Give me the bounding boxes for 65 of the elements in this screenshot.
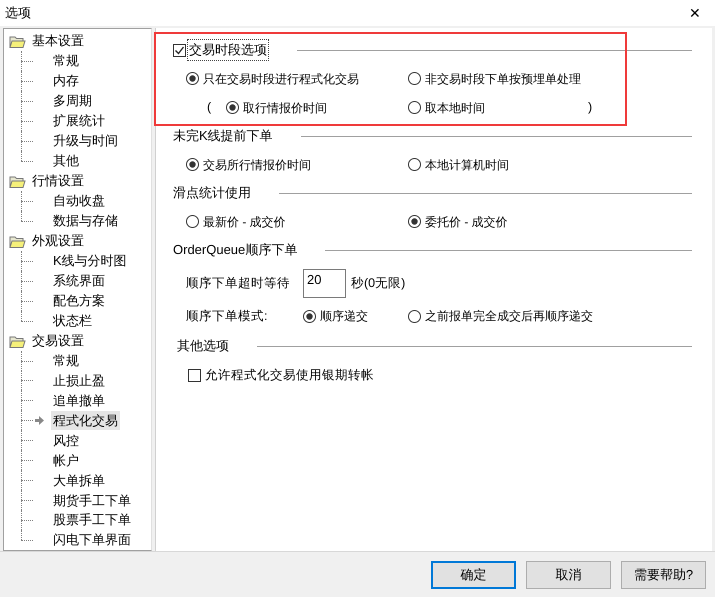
- dialog-button[interactable]: 需要帮助?: [621, 561, 706, 589]
- tree-group-label[interactable]: 交易设置: [31, 330, 85, 350]
- radio-off-icon[interactable]: [408, 101, 421, 114]
- section-heading: 其他选项: [176, 337, 229, 356]
- radio-label: 本地计算机时间: [425, 156, 509, 174]
- tree-item[interactable]: 系统界面: [51, 270, 107, 290]
- radio-label: 只在交易时段进行程式化交易: [203, 70, 359, 88]
- tree-item[interactable]: 多周期: [51, 91, 94, 111]
- section-heading: 未完K线提前下单: [173, 127, 273, 146]
- tree-item[interactable]: K线与分时图: [51, 250, 129, 270]
- section-heading: 滑点统计使用: [173, 184, 251, 202]
- tree-item[interactable]: 扩展统计: [51, 111, 107, 131]
- tree-item[interactable]: 追单撤单: [51, 390, 107, 410]
- tree-item[interactable]: 自动收盘: [51, 190, 107, 210]
- tree-item[interactable]: 内存: [51, 71, 81, 91]
- tree-item[interactable]: 帐户: [51, 450, 81, 470]
- checkbox-icon: [188, 368, 201, 382]
- tree-item[interactable]: 止损止盈: [51, 370, 107, 390]
- tree-item[interactable]: 数据与存储: [51, 210, 120, 230]
- field-label: 顺序下单模式:: [186, 308, 268, 325]
- tree-item[interactable]: 常规: [51, 350, 81, 370]
- arrow-icon: [35, 416, 44, 425]
- tree-item[interactable]: 风控: [51, 430, 81, 450]
- radio-off-icon[interactable]: [408, 72, 421, 85]
- radio-on-icon[interactable]: [186, 158, 199, 171]
- radio-label: 最新价 - 成交价: [203, 214, 286, 230]
- bracket-text: ): [588, 99, 592, 116]
- tree-item[interactable]: 常规: [51, 51, 81, 71]
- tree-group-label[interactable]: 行情设置: [31, 171, 85, 191]
- tree-item[interactable]: 期货手工下单: [51, 490, 133, 510]
- tree-item[interactable]: 程式化交易: [51, 410, 120, 430]
- window-title: 选项: [5, 4, 31, 22]
- tree-item[interactable]: 升级与时间: [51, 131, 120, 151]
- radio-off-icon[interactable]: [408, 158, 421, 171]
- tree-item[interactable]: 配色方案: [51, 290, 107, 310]
- tree-item[interactable]: 状态栏: [51, 310, 94, 330]
- tree-item[interactable]: 股票手工下单: [51, 510, 133, 530]
- tree-group-label[interactable]: 基本设置: [31, 31, 85, 51]
- radio-label: 取本地时间: [425, 100, 485, 116]
- radio-label: 顺序递交: [320, 308, 368, 325]
- checkbox-checked-icon: [173, 44, 186, 56]
- radio-off-icon[interactable]: [186, 215, 199, 228]
- tree-item[interactable]: 闪电下单界面: [51, 530, 133, 550]
- radio-on-icon[interactable]: [186, 72, 199, 85]
- dialog-button[interactable]: 确定: [431, 561, 516, 589]
- tree-item[interactable]: 大单拆单: [51, 470, 107, 490]
- tree-group-label[interactable]: 外观设置: [31, 230, 85, 250]
- radio-on-icon[interactable]: [226, 101, 239, 114]
- close-button[interactable]: ✕: [685, 6, 705, 20]
- tree-item[interactable]: 其他: [51, 151, 81, 171]
- radio-off-icon[interactable]: [408, 310, 421, 322]
- radio-label: 非交易时段下单按预埋单处理: [425, 70, 581, 88]
- radio-on-icon[interactable]: [303, 310, 316, 322]
- field-label: 顺序下单超时等待: [186, 274, 291, 292]
- radio-label: 之前报单完全成交后再顺序递交: [425, 308, 593, 325]
- timeout-input-field[interactable]: 20: [303, 268, 346, 298]
- radio-label: 委托价 - 成交价: [425, 214, 508, 230]
- bracket-text: (: [206, 99, 212, 116]
- dialog-button[interactable]: 取消: [526, 561, 611, 589]
- radio-label: 交易所行情报价时间: [203, 156, 311, 174]
- option-checkbox[interactable]: 允许程式化交易使用银期转帐: [188, 366, 374, 384]
- radio-on-icon[interactable]: [408, 215, 421, 228]
- section-heading: OrderQueue顺序下单: [173, 241, 298, 260]
- radio-label: 取行情报价时间: [243, 100, 327, 116]
- unit-label: 秒(0无限): [351, 274, 406, 292]
